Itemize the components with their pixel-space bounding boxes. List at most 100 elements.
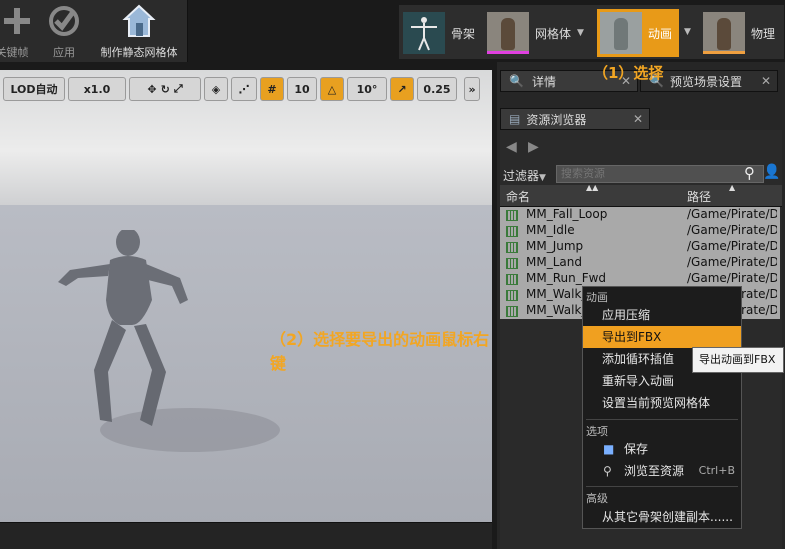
sort-icon: ▲▲ [586, 183, 599, 192]
house-icon [92, 4, 186, 38]
animation-asset-icon [506, 258, 518, 269]
col-path-header[interactable]: 路径 [687, 188, 711, 205]
column-header: 命名 路径 ▲▲ ▲ [500, 183, 782, 207]
details-icon: 🔍 [509, 74, 524, 88]
tab-details-label: 详情 [531, 74, 556, 89]
asset-path: /Game/Pirate/De [687, 255, 777, 269]
apply-icon [44, 4, 84, 38]
asset-name: MM_Land [526, 255, 582, 269]
asset-name: MM_Walk_ [526, 287, 588, 301]
speed-value: x1.0 [83, 82, 111, 96]
timeline-strip [0, 522, 492, 549]
apply-button[interactable]: 应用 [44, 4, 84, 60]
animation-asset-icon [506, 242, 518, 253]
viewport[interactable]: LOD自动 x1.0 ✥ ↻ ⤢ ◈ ⋰ # 10 △ 10° ↗ 0.25 » （… [0, 70, 492, 522]
search-input[interactable] [556, 165, 764, 183]
user-icon[interactable]: 👤 [763, 164, 780, 180]
annotation-step1: （1）选择 [593, 64, 664, 82]
browse-label: 浏览至资源 [624, 464, 685, 478]
mode-skeleton[interactable]: 骨架 [403, 9, 481, 57]
filter-dropdown[interactable]: 过滤器▼ [503, 167, 546, 184]
menu-item-save[interactable]: ■ 保存 [583, 438, 741, 460]
chevron-down-icon[interactable]: ▼ [684, 27, 691, 37]
mode-mesh[interactable]: 网格体 ▼ [487, 9, 584, 57]
tab-asset-browser[interactable]: ▤ 资源浏览器 ✕ [500, 108, 650, 130]
scale-snap-icon[interactable]: ↗ [390, 77, 414, 101]
expand-toolbar-icon[interactable]: » [464, 77, 480, 101]
speed-button[interactable]: x1.0 [68, 77, 126, 101]
list-item[interactable]: MM_Jump/Game/Pirate/De [500, 239, 780, 255]
mode-animation[interactable]: 动画 [597, 9, 679, 57]
rotate-icon[interactable]: ↻ [161, 83, 170, 96]
close-icon[interactable]: ✕ [633, 112, 643, 126]
grid-snap-icon[interactable]: # [260, 77, 284, 101]
asset-path: /Game/Pirate/De [687, 239, 777, 253]
mode-physics-label: 物理 [751, 26, 776, 41]
menu-item-browse-to-asset[interactable]: ⚲ 浏览至资源 Ctrl+B [583, 460, 741, 482]
annotation-step2: （2）选择要导出的动画鼠标右键 [270, 330, 490, 373]
angle-snap-icon[interactable]: △ [320, 77, 344, 101]
scale-snap-value[interactable]: 0.25 [417, 77, 457, 101]
plus-icon [0, 4, 34, 38]
forward-arrow-icon[interactable]: ▶ [528, 139, 539, 155]
physics-thumbnail [703, 12, 745, 54]
asset-path: /Game/Pirate/De [687, 223, 777, 237]
menu-section-options: 选项 [586, 425, 608, 438]
mesh-thumbnail [487, 12, 529, 54]
tab-preview-scene-label: 预览场景设置 [669, 74, 742, 89]
back-arrow-icon[interactable]: ◀ [506, 139, 517, 155]
search-icon[interactable]: ⚲ [744, 164, 755, 182]
list-item[interactable]: MM_Land/Game/Pirate/De [500, 255, 780, 271]
key-button[interactable]: 关键帧 [0, 4, 34, 60]
apply-label: 应用 [53, 46, 75, 59]
menu-divider [586, 419, 738, 420]
move-icon[interactable]: ✥ [147, 83, 156, 96]
asset-name: MM_Idle [526, 223, 575, 237]
transform-tools[interactable]: ✥ ↻ ⤢ [129, 77, 201, 101]
menu-item-set-preview-mesh[interactable]: 设置当前预览网格体 [583, 392, 741, 414]
animation-asset-icon [506, 226, 518, 237]
make-static-label: 制作静态网格体 [100, 46, 178, 59]
angle-snap-value[interactable]: 10° [347, 77, 387, 101]
list-item[interactable]: MM_Run_Fwd/Game/Pirate/De [500, 271, 780, 287]
animation-thumbnail [600, 12, 642, 54]
filter-label: 过滤器 [503, 169, 540, 183]
save-icon: ■ [603, 442, 615, 456]
menu-section-advanced: 高级 [586, 492, 608, 505]
search-icon: ⚲ [603, 464, 612, 478]
make-static-mesh-button[interactable]: 制作静态网格体 [92, 4, 186, 60]
asset-browser-icon: ▤ [509, 112, 521, 126]
menu-item-export-fbx[interactable]: 导出到FBX [583, 326, 741, 348]
save-label: 保存 [624, 442, 649, 456]
asset-name: MM_Fall_Loop [526, 207, 608, 221]
menu-item-reimport[interactable]: 重新导入动画 [583, 370, 741, 392]
asset-path: /Game/Pirate/De [687, 271, 777, 285]
grid-snap-value[interactable]: 10 [287, 77, 317, 101]
menu-item-apply-compression[interactable]: 应用压缩 [583, 304, 741, 326]
chevron-down-icon: ▼ [539, 173, 546, 183]
chevron-down-icon[interactable]: ▼ [577, 28, 584, 38]
close-icon[interactable]: ✕ [761, 74, 771, 88]
asset-name: MM_Run_Fwd [526, 271, 607, 285]
list-item[interactable]: MM_Idle/Game/Pirate/De [500, 223, 780, 239]
browse-shortcut: Ctrl+B [698, 464, 735, 477]
main-toolbar: 关键帧 应用 制作静态网格体 [0, 0, 188, 62]
world-local-icon[interactable]: ◈ [204, 77, 228, 101]
mode-bar: 骨架 网格体 ▼ 动画 ▼ 物理 [398, 4, 785, 60]
mode-mesh-label: 网格体 [535, 26, 572, 41]
scale-icon[interactable]: ⤢ [174, 82, 183, 96]
list-item[interactable]: MM_Fall_Loop/Game/Pirate/De [500, 207, 780, 223]
context-menu: 动画 应用压缩 导出到FBX 添加循环插值 重新导入动画 设置当前预览网格体 选… [582, 286, 742, 529]
menu-section-animation: 动画 [586, 291, 608, 304]
menu-divider [586, 486, 738, 487]
menu-item-create-copy[interactable]: 从其它骨架创建副本...... [583, 506, 741, 528]
asset-name: MM_Jump [526, 239, 584, 253]
sort-icon: ▲ [729, 183, 736, 192]
animation-asset-icon [506, 210, 518, 221]
mode-physics[interactable]: 物理 [703, 9, 781, 57]
animation-asset-icon [506, 274, 518, 285]
mode-animation-label: 动画 [648, 26, 673, 41]
lod-button[interactable]: LOD自动 [3, 77, 65, 101]
col-name-header[interactable]: 命名 [506, 188, 530, 205]
surface-snap-icon[interactable]: ⋰ [231, 77, 257, 101]
